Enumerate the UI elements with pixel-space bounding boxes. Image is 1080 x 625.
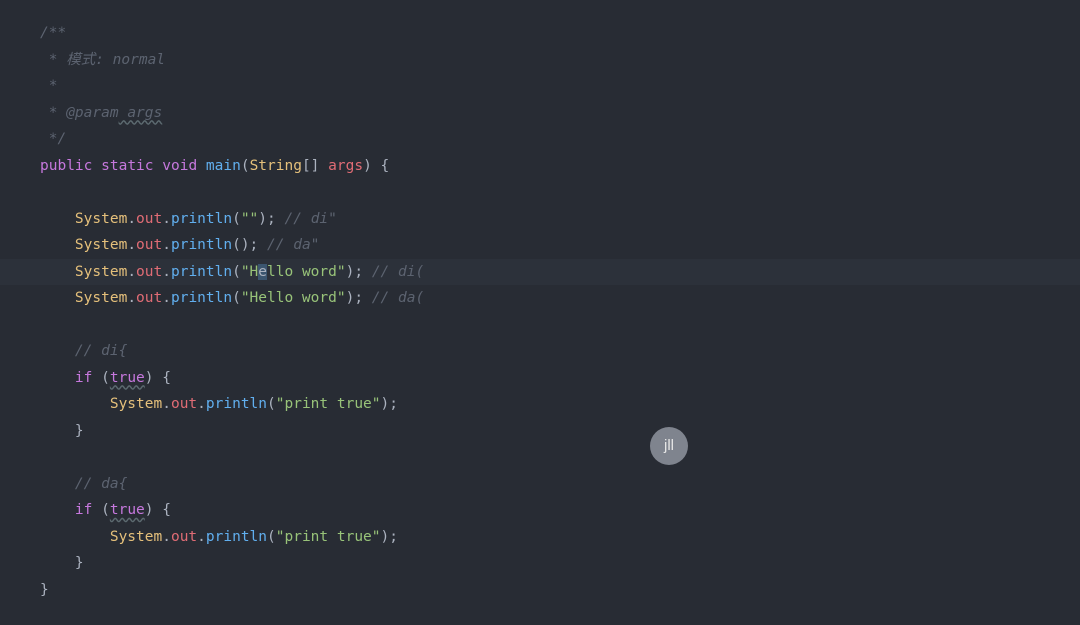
type-string: String — [250, 158, 302, 174]
code-line[interactable]: System.out.println("Hello word"); // da( — [0, 285, 1080, 312]
line-comment: // da" — [267, 237, 319, 253]
code-line[interactable]: public static void main(String[] args) { — [0, 153, 1080, 180]
keyword-public: public — [40, 158, 92, 174]
string-literal: "" — [241, 211, 258, 227]
keyword-if: if — [75, 370, 92, 386]
code-editor[interactable]: /** * 模式: normal * * @param args */ publ… — [0, 20, 1080, 603]
avatar-initials: jll — [664, 433, 674, 460]
javadoc-close: */ — [40, 131, 66, 147]
code-line[interactable] — [0, 312, 1080, 339]
keyword-static: static — [101, 158, 153, 174]
method-println: println — [171, 264, 232, 280]
line-comment: // di{ — [75, 343, 127, 359]
javadoc-star: * — [40, 78, 57, 94]
field-out: out — [136, 211, 162, 227]
string-literal: "print true" — [276, 396, 381, 412]
class-system: System — [75, 290, 127, 306]
code-line[interactable] — [0, 179, 1080, 206]
keyword-true: true — [110, 370, 145, 386]
method-println: println — [171, 211, 232, 227]
field-out: out — [136, 290, 162, 306]
code-line[interactable]: } — [0, 550, 1080, 577]
code-line[interactable]: if (true) { — [0, 365, 1080, 392]
javadoc-param-tag: @param — [66, 105, 118, 121]
class-system: System — [75, 264, 127, 280]
javadoc-text: 模式: normal — [66, 52, 165, 68]
line-comment: // da{ — [75, 476, 127, 492]
code-line[interactable]: * 模式: normal — [0, 47, 1080, 74]
brace-close: } — [75, 423, 84, 439]
javadoc-star: * — [40, 105, 66, 121]
method-println: println — [171, 237, 232, 253]
string-literal: "H — [241, 264, 258, 280]
code-line[interactable]: * — [0, 73, 1080, 100]
keyword-void: void — [162, 158, 197, 174]
line-comment: // di" — [285, 211, 337, 227]
method-println: println — [206, 529, 267, 545]
keyword-if: if — [75, 502, 92, 518]
code-line[interactable]: System.out.println("print true"); — [0, 524, 1080, 551]
code-line[interactable]: * @param args — [0, 100, 1080, 127]
method-println: println — [171, 290, 232, 306]
field-out: out — [171, 529, 197, 545]
class-system: System — [110, 529, 162, 545]
field-out: out — [171, 396, 197, 412]
method-main: main — [206, 158, 241, 174]
code-line[interactable]: System.out.println(""); // di" — [0, 206, 1080, 233]
class-system: System — [75, 237, 127, 253]
code-line[interactable]: // da{ — [0, 471, 1080, 498]
method-println: println — [206, 396, 267, 412]
brace-close: } — [40, 582, 49, 598]
string-literal: llo word" — [267, 264, 346, 280]
code-line[interactable]: System.out.println(); // da" — [0, 232, 1080, 259]
javadoc-open: /** — [40, 25, 66, 41]
class-system: System — [75, 211, 127, 227]
line-comment: // da( — [372, 290, 424, 306]
code-line-active[interactable]: System.out.println("Hello word"); // di( — [0, 259, 1080, 286]
cursor-selection: e — [258, 264, 267, 280]
keyword-true: true — [110, 502, 145, 518]
code-line[interactable]: if (true) { — [0, 497, 1080, 524]
code-line[interactable]: */ — [0, 126, 1080, 153]
class-system: System — [110, 396, 162, 412]
param-args: args — [328, 158, 363, 174]
code-line[interactable]: System.out.println("print true"); — [0, 391, 1080, 418]
code-line[interactable]: } — [0, 577, 1080, 604]
field-out: out — [136, 264, 162, 280]
code-line[interactable] — [0, 444, 1080, 471]
string-literal: "print true" — [276, 529, 381, 545]
code-line[interactable]: // di{ — [0, 338, 1080, 365]
user-avatar-badge: jll — [650, 427, 688, 465]
javadoc-param-name: args — [119, 105, 163, 121]
code-line[interactable]: /** — [0, 20, 1080, 47]
brace-close: } — [75, 555, 84, 571]
code-line[interactable]: } — [0, 418, 1080, 445]
line-comment: // di( — [372, 264, 424, 280]
string-literal: "Hello word" — [241, 290, 346, 306]
javadoc-star: * — [40, 52, 66, 68]
field-out: out — [136, 237, 162, 253]
